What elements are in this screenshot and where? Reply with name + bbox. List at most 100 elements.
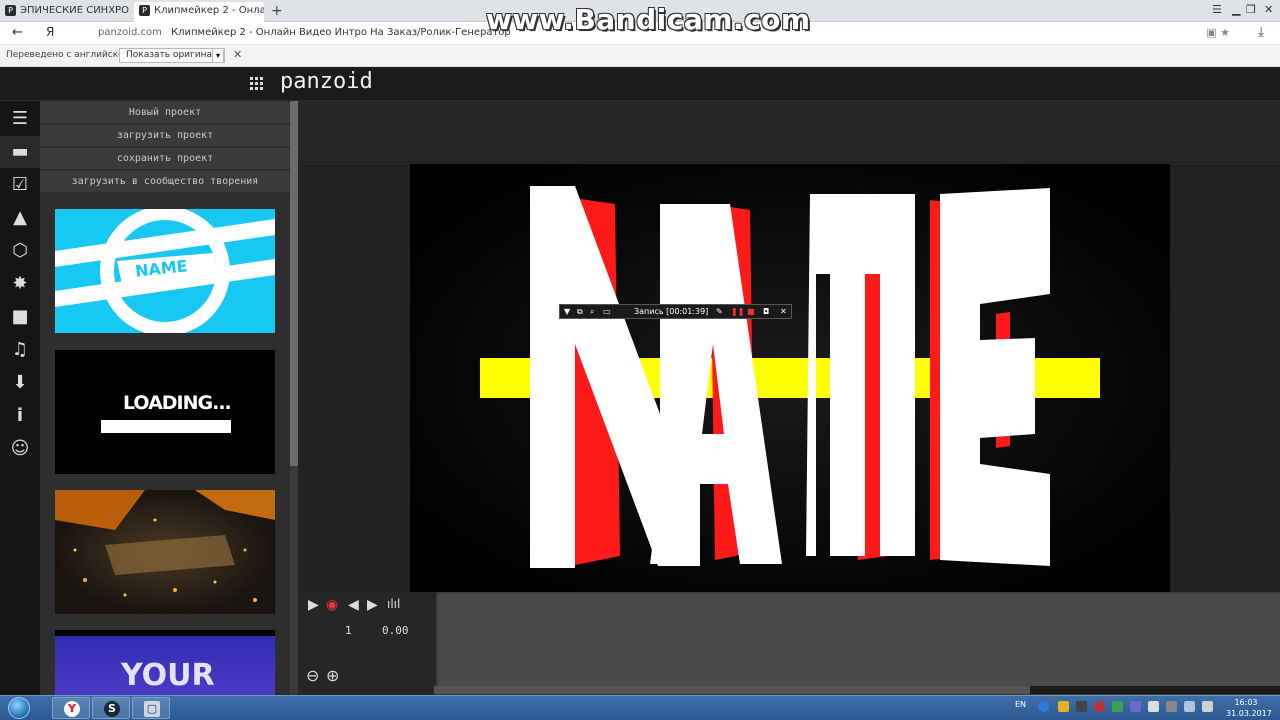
flag-icon[interactable] <box>1184 701 1195 712</box>
screen: P ЭПИЧЕСКИЕ СИНХРОНИЗА P Клипмейкер 2 - … <box>0 0 1280 720</box>
play-icon[interactable]: ▶ <box>308 597 319 613</box>
chevron-down-icon[interactable]: ▾ <box>212 48 224 63</box>
translate-bar: Переведено с английского Показать оригин… <box>0 45 1280 67</box>
image-icon[interactable]: ▲ <box>0 202 40 234</box>
windows-logo-icon <box>8 697 30 719</box>
tray-app-icon[interactable] <box>1166 701 1177 712</box>
speaker-icon[interactable]: ◀ <box>348 597 359 613</box>
menu-icon[interactable]: ☰ <box>1212 3 1222 16</box>
tab-label: ЭПИЧЕСКИЕ СИНХРОНИЗА <box>20 5 130 16</box>
window-icon: ▢ <box>144 701 160 717</box>
tray-app-icon[interactable] <box>1076 701 1087 712</box>
smiley-icon[interactable]: ☺ <box>0 433 40 465</box>
thumbnail-label: YOUR <box>121 658 215 693</box>
taskbar-steam[interactable]: S <box>92 697 130 719</box>
zoom-out-icon[interactable]: ⊖ <box>306 666 319 685</box>
project-panel: Новый проект загрузить проект сохранить … <box>40 101 290 695</box>
minimize-icon[interactable]: ▁ <box>1232 3 1240 16</box>
back-arrow-icon[interactable]: ← <box>12 25 23 40</box>
clock-time: 16:03 <box>1234 698 1258 707</box>
taskbar-explorer[interactable]: ▢ <box>132 697 170 719</box>
show-original-button[interactable]: Показать оригинал <box>119 48 225 63</box>
bookmark-star-icon[interactable]: ▣ ★ <box>1206 26 1230 39</box>
step-forward-icon[interactable]: ▶ <box>367 597 378 613</box>
clock-date: 31.03.2017 <box>1226 709 1272 718</box>
project-panel-scrollbar[interactable] <box>290 101 298 695</box>
tray-app-icon[interactable] <box>1148 701 1159 712</box>
tab-epic-sync[interactable]: P ЭПИЧЕСКИЕ СИНХРОНИЗА <box>0 2 130 22</box>
window-icon[interactable]: ⧉ <box>577 305 583 318</box>
translate-label: Переведено с английского <box>6 50 134 60</box>
zoom-icon[interactable]: ⌕ <box>590 305 594 318</box>
taskbar-yandex-browser[interactable]: Y <box>52 697 90 719</box>
template-thumbnail[interactable] <box>55 490 275 614</box>
burst-icon[interactable]: ✸ <box>0 268 40 300</box>
new-project-button[interactable]: Новый проект <box>40 102 290 124</box>
tray-app-icon[interactable] <box>1130 701 1141 712</box>
template-thumbnail[interactable]: LOADING... <box>55 350 275 474</box>
folder-icon[interactable]: ▬ <box>0 136 40 168</box>
template-thumbnail[interactable]: NAME <box>55 209 275 333</box>
video-preview[interactable] <box>410 164 1170 592</box>
camera-icon[interactable]: ◘ <box>763 305 769 318</box>
downloads-icon[interactable]: ⤓ <box>1258 25 1264 40</box>
record-icon[interactable] <box>1094 701 1105 712</box>
info-icon[interactable]: i <box>0 400 40 432</box>
url-domain: panzoid.com <box>98 27 162 38</box>
tab-clipmaker[interactable]: P Клипмейкер 2 - Онлайн <box>134 2 264 22</box>
timeline-scrollbar[interactable] <box>434 686 1280 694</box>
pause-icon[interactable]: ❚❚ <box>731 305 744 318</box>
cube-icon[interactable]: ⬡ <box>0 235 40 267</box>
language-indicator[interactable]: EN <box>1015 700 1026 709</box>
checkbox-icon[interactable]: ☑ <box>0 169 40 201</box>
clock[interactable]: 16:03 31.03.2017 <box>1226 697 1272 719</box>
pencil-icon[interactable]: ✎ <box>716 305 723 318</box>
fire-sparks-thumbnail <box>55 490 275 602</box>
preview-canvas <box>410 164 1170 592</box>
yandex-icon: Y <box>64 701 80 717</box>
yandex-button[interactable]: Я <box>46 25 54 39</box>
stop-icon[interactable]: ■ <box>747 305 755 318</box>
brand-logo[interactable]: panzoid <box>280 69 373 94</box>
network-icon[interactable] <box>1202 701 1213 712</box>
region-icon[interactable]: ▭ <box>603 305 611 318</box>
timeline-track[interactable] <box>438 594 1280 686</box>
help-icon[interactable] <box>1038 701 1049 712</box>
frame-counter: 1 <box>345 624 352 637</box>
restore-icon[interactable]: ❐ <box>1246 3 1256 16</box>
close-icon[interactable]: ✕ <box>780 305 787 318</box>
save-project-button[interactable]: сохранить проект <box>40 148 290 170</box>
menu-icon[interactable]: ☰ <box>0 103 40 135</box>
preview-margin-left <box>298 164 410 592</box>
windows-taskbar: Y S ▢ EN 16:03 31.03.2017 <box>0 695 1280 720</box>
close-icon[interactable]: ✕ <box>1264 3 1273 16</box>
recording-timer: Запись [00:01:39] <box>634 307 709 316</box>
start-button[interactable] <box>4 696 36 720</box>
tray-app-icon[interactable] <box>1058 701 1069 712</box>
new-tab-button[interactable]: + <box>271 2 283 20</box>
steam-icon: S <box>104 701 120 717</box>
download-icon[interactable]: ⬇ <box>0 367 40 399</box>
tool-sidebar: ☰ ▬ ☑ ▲ ⬡ ✸ ■ ♫ ⬇ i ☺ <box>0 101 40 695</box>
upload-community-button[interactable]: загрузить в сообщество творения <box>40 171 290 193</box>
workspace-toolstrip <box>298 101 1280 163</box>
dropdown-icon[interactable]: ▼ <box>564 305 570 318</box>
apps-grid-icon[interactable] <box>250 77 263 90</box>
bandicam-watermark: www.Bandicam.com <box>486 3 811 36</box>
app-header: panzoid <box>0 67 1280 101</box>
tray-app-icon[interactable] <box>1112 701 1123 712</box>
eye-icon[interactable]: ◉ <box>326 597 338 613</box>
time-counter: 0.00 <box>382 624 409 637</box>
waveform-icon[interactable]: ılıl <box>387 597 400 611</box>
panzoid-favicon-icon: P <box>5 5 16 16</box>
bandicam-toolbar: ▼ ⧉ ⌕ ▭ Запись [00:01:39] ✎ ❚❚ ■ ◘ ✕ <box>559 304 792 319</box>
load-project-button[interactable]: загрузить проект <box>40 125 290 147</box>
url-title: Клипмейкер 2 - Онлайн Видео Интро На Зак… <box>171 27 511 38</box>
close-icon[interactable]: ✕ <box>233 48 242 61</box>
loading-bar <box>101 420 231 433</box>
zoom-in-icon[interactable]: ⊕ <box>326 666 339 685</box>
camera-icon[interactable]: ■ <box>0 301 40 333</box>
music-icon[interactable]: ♫ <box>0 334 40 366</box>
template-thumbnail[interactable]: YOUR <box>55 630 275 695</box>
url-field[interactable]: panzoid.com Клипмейкер 2 - Онлайн Видео … <box>98 27 511 38</box>
